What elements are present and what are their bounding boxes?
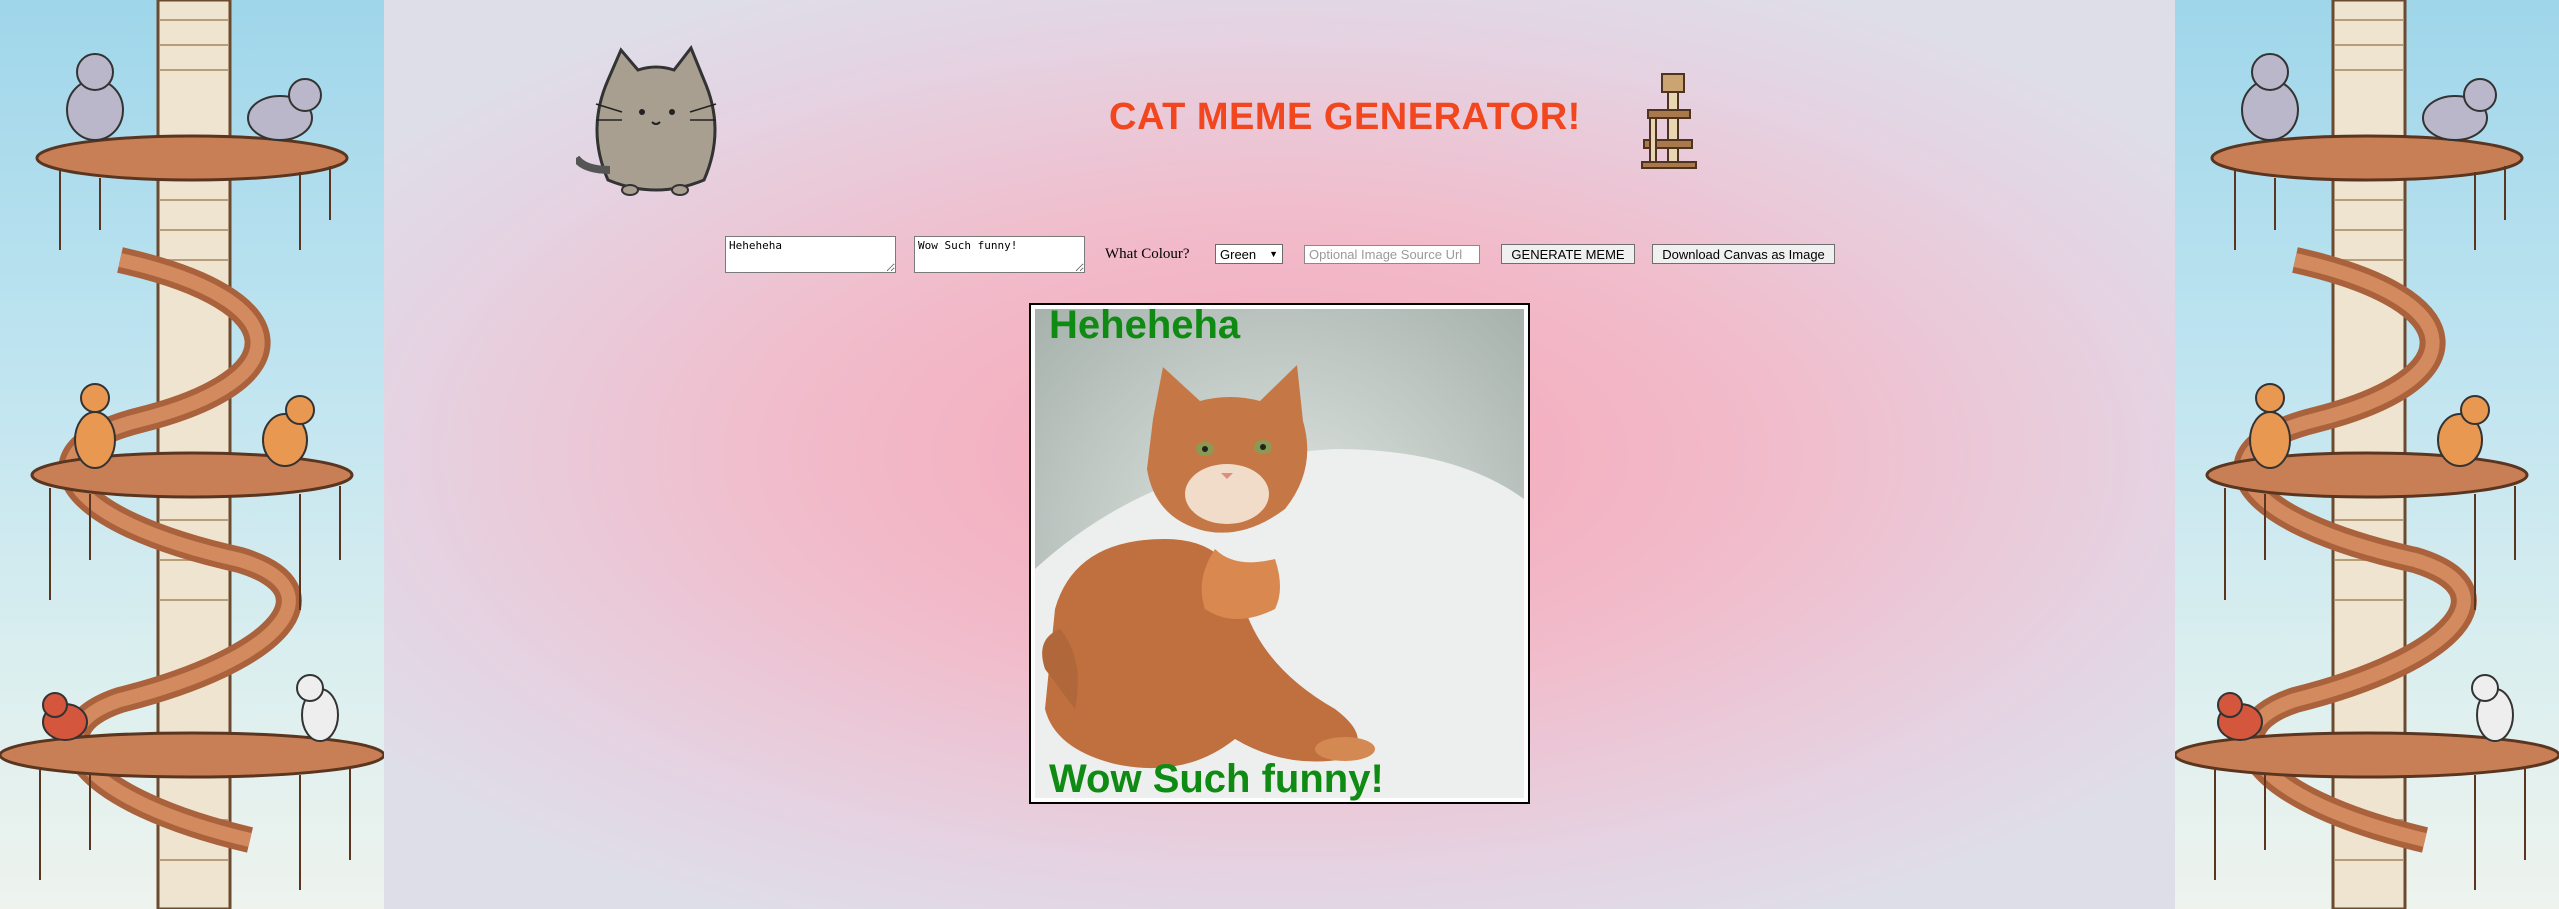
meme-canvas[interactable]: Heheheha Wow Such funny! [1029,303,1530,804]
cat-tree-left-art [0,0,384,909]
colour-label: What Colour? [1105,246,1190,262]
image-url-input[interactable] [1304,245,1480,264]
main-content: CAT MEME GENERATOR! Heheheha Wow Such fu… [384,0,2175,909]
bottom-text-input[interactable]: Wow Such funny! [914,236,1085,273]
left-cat-tower-illustration [0,0,384,909]
colour-select[interactable]: Green ▼ [1215,244,1283,264]
page-title: CAT MEME GENERATOR! [1109,96,1581,138]
top-text-input[interactable]: Heheheha [725,236,896,273]
pusheen-cat-icon [576,45,717,196]
download-canvas-button[interactable]: Download Canvas as Image [1652,244,1835,264]
meme-bottom-text: Wow Such funny! [1049,757,1384,801]
meme-top-text: Heheheha [1049,303,1241,347]
cat-tower-icon [1641,73,1697,169]
generate-meme-button[interactable]: GENERATE MEME [1501,244,1635,264]
chevron-down-icon: ▼ [1269,249,1278,259]
right-cat-tower-illustration [2175,0,2559,909]
colour-select-value: Green [1220,246,1257,262]
meme-cat-photo [1035,309,1524,798]
cat-tree-right-art [2175,0,2559,909]
